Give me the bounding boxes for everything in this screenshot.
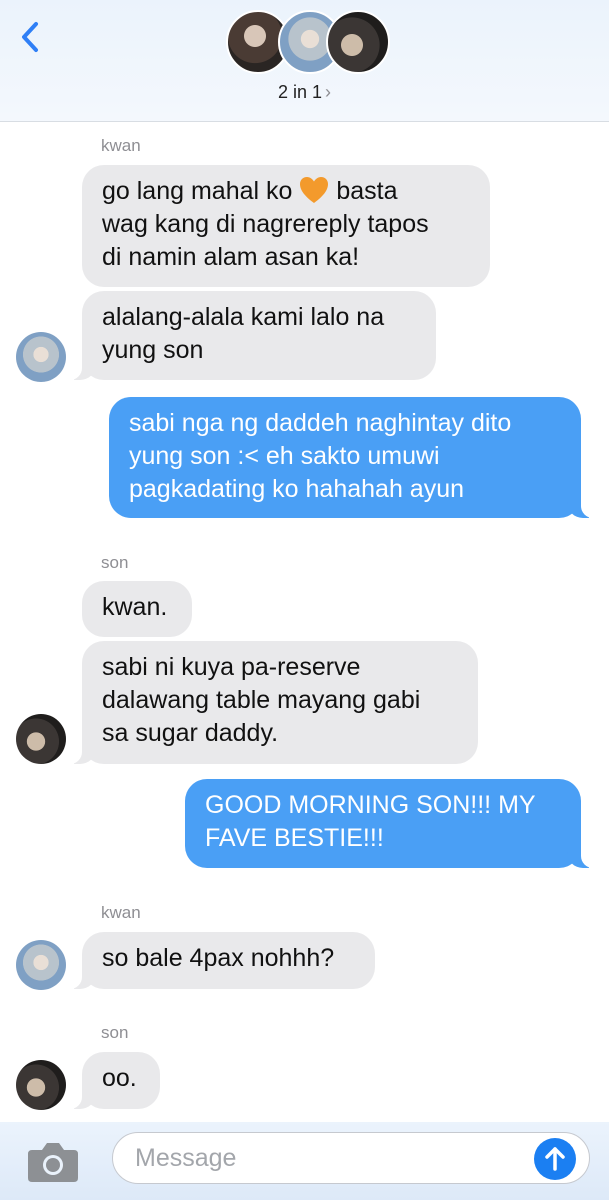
- send-button[interactable]: [534, 1138, 576, 1180]
- message-bubble-incoming[interactable]: kwan.: [82, 581, 192, 637]
- sender-name: kwan: [101, 136, 141, 155]
- message-input[interactable]: [112, 1132, 590, 1184]
- message-bubble-incoming[interactable]: alalang-alala kami lalo na yung son: [64, 291, 436, 380]
- chevron-right-icon: ›: [325, 82, 332, 102]
- message-text: sabi nga ng daddeh naghintay dito yung s…: [129, 409, 512, 503]
- arrow-up-icon: [545, 1147, 565, 1171]
- message-text: so bale 4pax nohhh?: [102, 944, 335, 972]
- sender-name: son: [101, 1023, 129, 1042]
- avatar[interactable]: [16, 940, 66, 990]
- message-bubble-incoming[interactable]: sabi ni kuya pa-reserve dalawang table m…: [64, 641, 478, 764]
- message-bubble-incoming[interactable]: go lang mahal ko basta wag kang di nagre…: [82, 165, 490, 287]
- message-text: sabi ni kuya pa-reserve dalawang table m…: [102, 653, 421, 747]
- message-bubble-incoming[interactable]: so bale 4pax nohhh?: [64, 932, 375, 989]
- camera-button[interactable]: [26, 1138, 80, 1184]
- conversation-title[interactable]: 2 in 1 ›: [0, 82, 609, 103]
- message-bubble-outgoing[interactable]: sabi nga ng daddeh naghintay dito yung s…: [109, 397, 599, 518]
- message-text: go lang mahal ko basta wag kang di nagre…: [102, 177, 429, 271]
- avatar[interactable]: [16, 332, 66, 382]
- chevron-left-icon: [22, 22, 38, 52]
- sender-name: kwan: [101, 903, 141, 922]
- avatar: [326, 10, 390, 74]
- camera-icon: [28, 1143, 78, 1182]
- sender-name: son: [101, 553, 129, 572]
- orange-heart-icon: [300, 177, 329, 203]
- message-bubble-incoming[interactable]: oo.: [64, 1052, 160, 1109]
- message-text: alalang-alala kami lalo na yung son: [102, 303, 385, 364]
- back-button[interactable]: [14, 12, 54, 62]
- conversation-title-text: 2 in 1: [277, 82, 323, 102]
- message-bubble-outgoing[interactable]: GOOD MORNING SON!!! MY FAVE BESTIE!!!: [185, 779, 599, 868]
- message-text: GOOD MORNING SON!!! MY FAVE BESTIE!!!: [205, 791, 536, 852]
- message-text: kwan.: [102, 593, 168, 621]
- avatar[interactable]: [16, 1060, 66, 1110]
- avatar[interactable]: [16, 714, 66, 764]
- message-composer: [0, 1122, 609, 1200]
- message-text: oo.: [102, 1064, 137, 1092]
- group-avatars[interactable]: [226, 10, 390, 76]
- conversation-header: 2 in 1 ›: [0, 0, 609, 122]
